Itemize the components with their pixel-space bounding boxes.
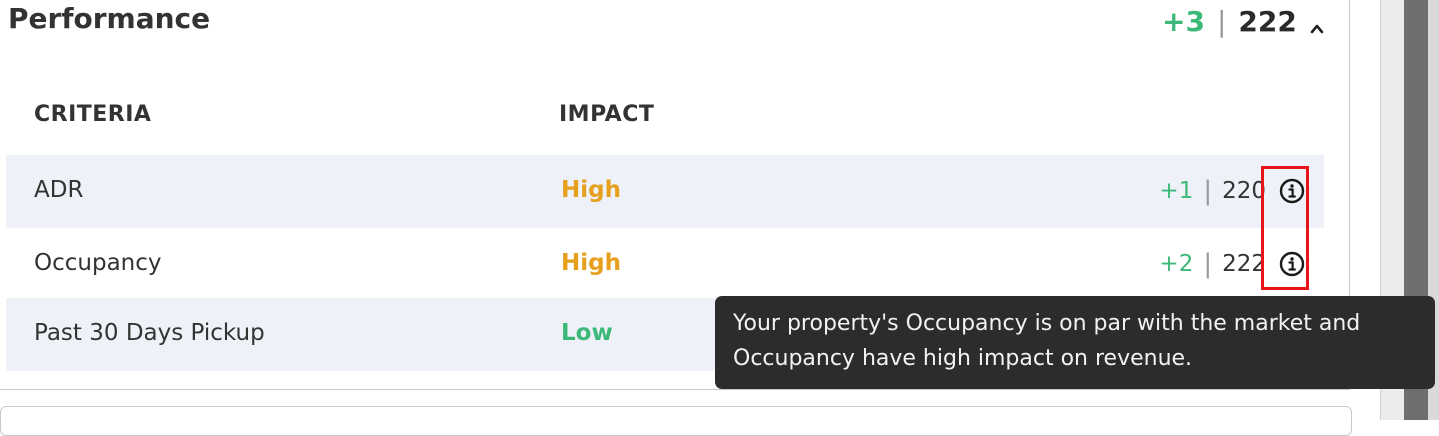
chevron-up-icon[interactable] bbox=[1309, 11, 1325, 34]
section-delta: +3 bbox=[1162, 4, 1205, 38]
row-separator: | bbox=[1203, 249, 1213, 279]
row-score: 220 bbox=[1222, 178, 1266, 204]
table-row: ADR High +1 | 220 bbox=[6, 155, 1324, 228]
header-impact: IMPACT bbox=[559, 102, 655, 127]
row-impact: Low bbox=[561, 320, 613, 346]
row-criteria: Past 30 Days Pickup bbox=[34, 320, 265, 346]
info-icon[interactable] bbox=[1278, 250, 1306, 278]
next-section-card bbox=[0, 406, 1352, 436]
row-criteria: ADR bbox=[34, 177, 84, 203]
section-score: 222 bbox=[1238, 4, 1297, 38]
row-impact: High bbox=[561, 250, 621, 276]
tooltip-line-2: Occupancy have high impact on revenue. bbox=[733, 346, 1193, 371]
row-separator: | bbox=[1203, 176, 1213, 206]
row-score: 222 bbox=[1222, 251, 1266, 277]
occupancy-tooltip: Your property's Occupancy is on par with… bbox=[715, 296, 1435, 389]
section-title: Performance bbox=[8, 2, 211, 35]
row-criteria: Occupancy bbox=[34, 250, 162, 276]
table-row: Occupancy High +2 | 222 bbox=[6, 228, 1324, 301]
row-delta: +1 bbox=[1159, 178, 1194, 204]
row-value: +2 | 222 bbox=[1159, 246, 1266, 282]
row-impact: High bbox=[561, 177, 621, 203]
tooltip-line-1: Your property's Occupancy is on par with… bbox=[733, 311, 1361, 336]
table-header: CRITERIA IMPACT bbox=[34, 102, 1324, 136]
info-icon[interactable] bbox=[1278, 177, 1306, 205]
row-delta: +2 bbox=[1159, 251, 1194, 277]
section-summary[interactable]: +3 | 222 bbox=[1162, 2, 1325, 40]
section-separator: | bbox=[1216, 4, 1227, 38]
row-value: +1 | 220 bbox=[1159, 173, 1266, 209]
header-criteria: CRITERIA bbox=[34, 102, 152, 127]
